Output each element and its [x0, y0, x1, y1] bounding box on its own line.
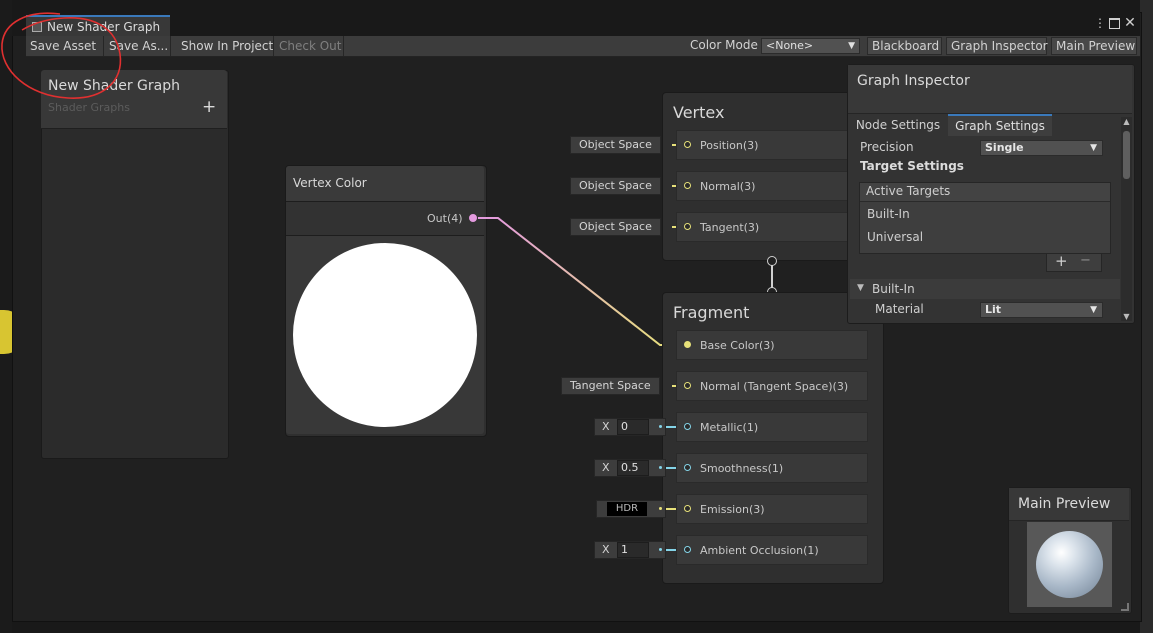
smoothness-value-field[interactable]: 0.5 — [617, 460, 649, 476]
ambient-occlusion-connector-dot — [659, 548, 662, 551]
normal-tangent-space-port[interactable]: Normal (Tangent Space)(3) — [676, 371, 868, 401]
show-in-project-button[interactable]: Show In Project — [177, 36, 274, 56]
ambient-occlusion-input[interactable]: X 1 — [594, 541, 666, 559]
builtin-section-label: Built-In — [872, 282, 915, 296]
dropdown-arrow-icon: ▼ — [1090, 305, 1097, 315]
ambient-occlusion-port[interactable]: Ambient Occlusion(1) — [676, 535, 868, 565]
metallic-value-field[interactable]: 0 — [617, 419, 649, 435]
tab-graph-settings[interactable]: Graph Settings — [948, 114, 1052, 136]
dropdown-arrow-icon: ▼ — [848, 41, 855, 51]
add-target-button[interactable]: + — [1055, 252, 1068, 270]
emission-port[interactable]: Emission(3) — [676, 494, 868, 524]
emission-port-dot[interactable] — [684, 505, 691, 512]
normal-tangent-space-input[interactable]: Tangent Space — [561, 377, 660, 395]
base-color-port-dot[interactable] — [684, 341, 691, 348]
position-port-label: Position(3) — [700, 139, 759, 152]
metallic-x-label: X — [602, 420, 610, 433]
main-preview-button[interactable]: Main Preview — [1051, 37, 1137, 55]
precision-value: Single — [985, 141, 1024, 154]
scroll-thumb[interactable] — [1123, 131, 1130, 179]
scroll-up-arrow-icon[interactable]: ▲ — [1121, 117, 1132, 126]
ambient-occlusion-port-dot[interactable] — [684, 546, 691, 553]
material-value: Lit — [985, 303, 1002, 316]
vertex-block-title: Vertex — [673, 103, 725, 122]
maximize-icon[interactable] — [1108, 16, 1120, 30]
smoothness-x-label: X — [602, 461, 610, 474]
precision-label: Precision — [860, 140, 914, 154]
normal-port-dot[interactable] — [684, 182, 691, 189]
tangent-port[interactable]: Tangent(3) — [676, 212, 868, 242]
graph-inspector-button[interactable]: Graph Inspector — [946, 37, 1048, 55]
tangent-space-input[interactable]: Object Space — [570, 218, 661, 236]
tangent-port-dot[interactable] — [684, 223, 691, 230]
base-color-port[interactable]: Base Color(3) — [676, 330, 868, 360]
target-item-builtin[interactable]: Built-In — [867, 207, 910, 221]
active-targets-label: Active Targets — [866, 184, 951, 198]
metallic-input[interactable]: X 0 — [594, 418, 666, 436]
position-space-input[interactable]: Object Space — [570, 136, 661, 154]
emission-input[interactable]: HDR — [596, 500, 666, 518]
target-settings-heading: Target Settings — [860, 159, 964, 173]
smoothness-port[interactable]: Smoothness(1) — [676, 453, 868, 483]
smoothness-connector-dot — [659, 466, 662, 469]
blackboard-subtitle: Shader Graphs — [48, 101, 130, 114]
color-mode-dropdown[interactable]: <None> ▼ — [761, 38, 860, 54]
position-port-dot[interactable] — [684, 141, 691, 148]
fragment-block-title: Fragment — [673, 303, 750, 322]
material-label: Material — [875, 302, 924, 316]
precision-dropdown[interactable]: Single ▼ — [980, 140, 1103, 156]
normal-port[interactable]: Normal(3) — [676, 171, 868, 201]
red-annotation-circle — [1, 12, 122, 99]
block-link-top-dot — [767, 256, 777, 266]
remove-target-button[interactable]: − — [1080, 253, 1091, 268]
emission-hdr-swatch[interactable]: HDR — [607, 502, 647, 516]
ambient-occlusion-port-label: Ambient Occlusion(1) — [700, 544, 819, 557]
vertex-color-preview-circle — [293, 243, 477, 427]
tangent-port-label: Tangent(3) — [700, 221, 760, 234]
material-dropdown[interactable]: Lit ▼ — [980, 302, 1103, 318]
resize-handle-icon[interactable] — [1121, 603, 1129, 611]
metallic-port-dot[interactable] — [684, 423, 691, 430]
ambient-occlusion-value-field[interactable]: 1 — [617, 542, 649, 558]
dropdown-arrow-icon: ▼ — [1090, 143, 1097, 153]
main-preview-title: Main Preview — [1018, 496, 1111, 512]
metallic-connector-dot — [659, 425, 662, 428]
inspector-scrollbar[interactable]: ▲ ▼ — [1121, 117, 1132, 321]
check-out-button[interactable]: Check Out — [275, 36, 344, 56]
color-mode-value: <None> — [766, 39, 814, 52]
metallic-port[interactable]: Metallic(1) — [676, 412, 868, 442]
add-property-button[interactable]: + — [202, 97, 216, 117]
vertex-color-title: Vertex Color — [293, 176, 367, 190]
preview-sphere — [1036, 531, 1103, 598]
ambient-occlusion-x-label: X — [602, 543, 610, 556]
smoothness-port-label: Smoothness(1) — [700, 462, 784, 475]
more-options-icon[interactable]: ⋮ — [1094, 16, 1106, 30]
close-icon[interactable]: ✕ — [1124, 16, 1136, 30]
color-mode-label: Color Mode — [690, 38, 758, 52]
blackboard-button[interactable]: Blackboard — [867, 37, 942, 55]
emission-connector-dot — [659, 507, 662, 510]
normal-port-label: Normal(3) — [700, 180, 756, 193]
scroll-down-arrow-icon[interactable]: ▼ — [1121, 312, 1132, 321]
metallic-port-label: Metallic(1) — [700, 421, 759, 434]
tab-bar — [12, 12, 1140, 36]
vertex-color-output-label: Out(4) — [427, 212, 463, 225]
smoothness-input[interactable]: X 0.5 — [594, 459, 666, 477]
base-color-port-label: Base Color(3) — [700, 339, 775, 352]
position-port[interactable]: Position(3) — [676, 130, 868, 160]
normal-tangent-space-port-dot[interactable] — [684, 382, 691, 389]
tab-node-settings[interactable]: Node Settings — [850, 115, 946, 135]
smoothness-port-dot[interactable] — [684, 464, 691, 471]
target-item-universal[interactable]: Universal — [867, 230, 923, 244]
normal-space-input[interactable]: Object Space — [570, 177, 661, 195]
inspector-title: Graph Inspector — [857, 73, 970, 89]
emission-port-label: Emission(3) — [700, 503, 765, 516]
normal-tangent-space-port-label: Normal (Tangent Space)(3) — [700, 380, 849, 393]
foldout-arrow-icon[interactable]: ▼ — [857, 283, 864, 293]
